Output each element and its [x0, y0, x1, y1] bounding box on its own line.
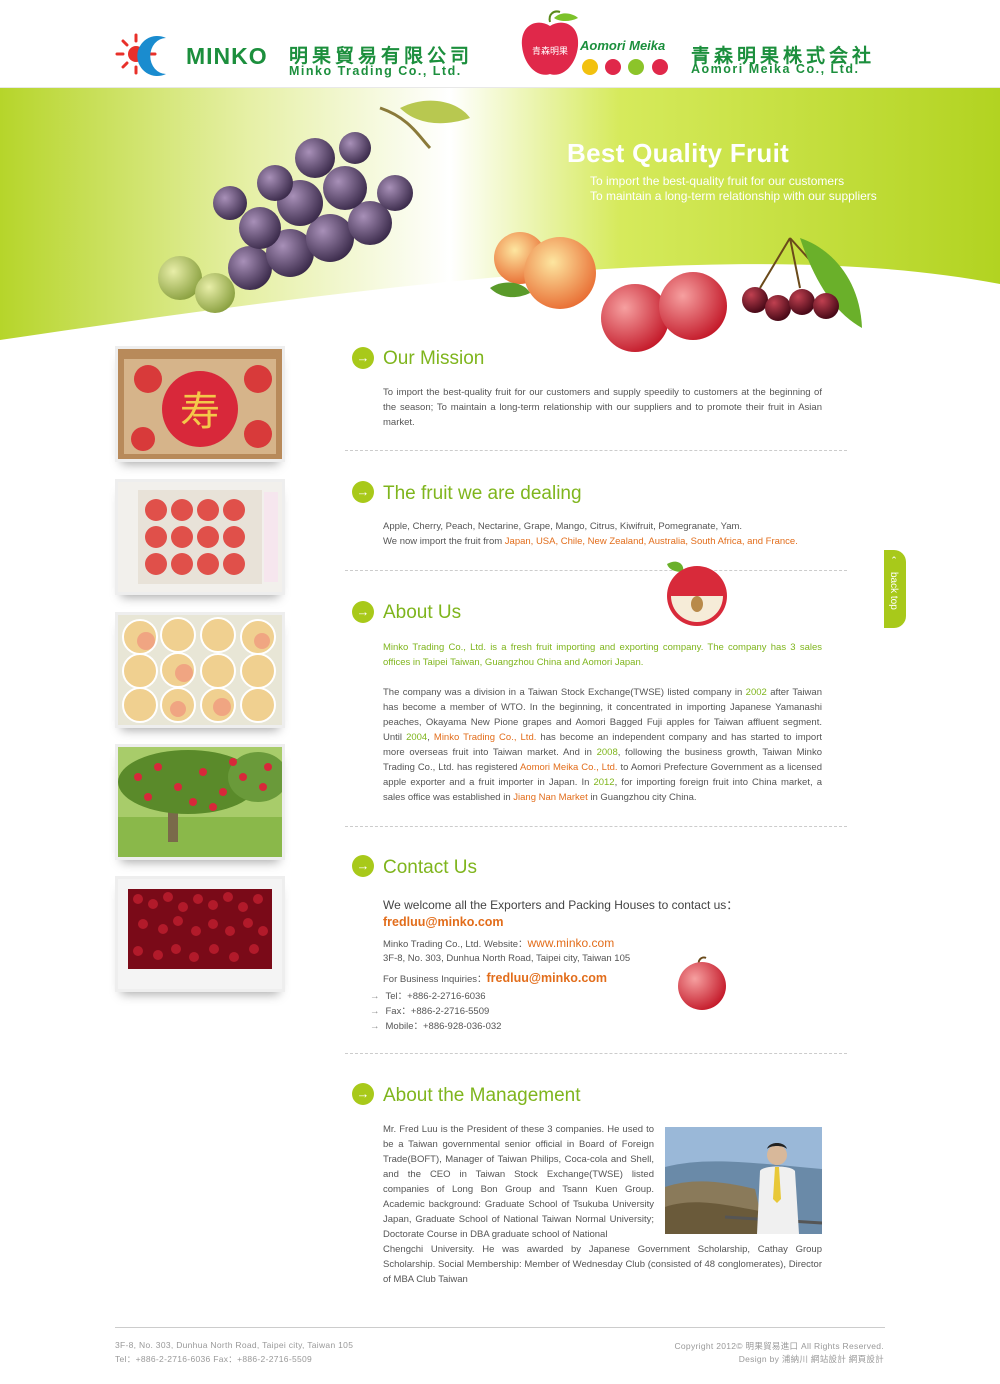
- back-to-top-label: back top: [888, 572, 899, 610]
- minko-english-name: Minko Trading Co., Ltd.: [289, 64, 462, 78]
- boxed-apples-image: [118, 482, 282, 592]
- about-intro: Minko Trading Co., Ltd. is a fresh fruit…: [383, 642, 822, 668]
- aomori-english-name: Aomori Meika Co., Ltd.: [691, 62, 860, 76]
- cherries-box-image: [118, 879, 282, 989]
- banner-title: Best Quality Fruit: [567, 138, 790, 168]
- back-to-top-button[interactable]: ⌃ back top: [884, 550, 906, 628]
- section-arrow-icon: →: [352, 601, 374, 623]
- arrow-right-icon: →: [370, 1006, 380, 1017]
- chevron-up-icon: ⌃: [890, 556, 900, 566]
- apple-icon: [678, 956, 726, 1010]
- mission-text: To import the best-quality fruit for our…: [383, 387, 822, 428]
- site-header: MINKO 明果貿易有限公司 Minko Trading Co., Ltd. 青…: [0, 0, 1000, 88]
- photo-peaches[interactable]: [115, 612, 285, 728]
- hero-banner: Best Quality Fruit To import the best-qu…: [0, 88, 1000, 368]
- contact-website-row: Minko Trading Co., Ltd. Website：www.mink…: [383, 936, 615, 950]
- banner-graphic: [0, 88, 1000, 352]
- apple-half-icon: [667, 561, 727, 626]
- footer-address: 3F-8, No. 303, Dunhua North Road, Taipei…: [115, 1340, 354, 1350]
- website-link[interactable]: www.minko.com: [528, 936, 615, 950]
- business-email-link[interactable]: fredluu@minko.com: [486, 971, 607, 985]
- aomori-badge-text: 青森明果: [532, 45, 568, 57]
- arrow-right-icon: →: [370, 1021, 380, 1032]
- section-divider: [345, 826, 847, 827]
- management-text-1: Mr. Fred Luu is the President of these 3…: [383, 1124, 654, 1240]
- fruit-countries: Japan, USA, Chile, New Zealand, Australi…: [504, 536, 798, 547]
- peaches-image: [490, 232, 596, 309]
- apple-row-icon: [582, 59, 668, 75]
- apples-image: [601, 272, 727, 352]
- contact-tel: → Tel：+886-2-2716-6036: [370, 991, 486, 1002]
- footer-divider: [115, 1327, 885, 1328]
- management-title: About the Management: [383, 1085, 581, 1106]
- aomori-apple-logo-icon[interactable]: 青森明果: [518, 8, 582, 80]
- fruit-list: Apple, Cherry, Peach, Nectarine, Grape, …: [383, 521, 743, 532]
- about-history: The company was a division in a Taiwan S…: [383, 687, 822, 803]
- apple-tree-image: [118, 747, 282, 857]
- contact-lead: We welcome all the Exporters and Packing…: [383, 898, 739, 912]
- fruit-text: Apple, Cherry, Peach, Nectarine, Grape, …: [383, 519, 822, 549]
- president-photo: [665, 1127, 822, 1234]
- minko-brand-name: MINKO: [186, 43, 268, 69]
- svg-text:寿: 寿: [180, 389, 220, 435]
- banner-subtitle-1: To import the best-quality fruit for our…: [590, 174, 845, 188]
- section-divider: [345, 570, 847, 571]
- aomori-brand-name: Aomori Meika: [580, 38, 666, 53]
- fruit-title: The fruit we are dealing: [383, 483, 582, 504]
- minko-sun-logo-icon[interactable]: [114, 30, 184, 80]
- contact-title: Contact Us: [383, 857, 477, 878]
- fruit-origin: We now import the fruit from Japan, USA,…: [383, 534, 822, 549]
- management-text-2: Chengchi University. He was awarded by J…: [383, 1244, 822, 1282]
- section-arrow-icon: →: [352, 855, 374, 877]
- photo-boxed-apples[interactable]: [115, 479, 285, 595]
- mission-title: Our Mission: [383, 348, 485, 369]
- footer-copyright: Copyright 2012© 明果貿易進口 All Rights Reserv…: [674, 1341, 884, 1351]
- arrow-right-icon: →: [370, 991, 380, 1002]
- contact-mobile: → Mobile：+886-928-036-032: [370, 1021, 502, 1032]
- contact-business-row: For Business Inquiries：fredluu@minko.com: [383, 971, 608, 985]
- fruit-origin-prefix: We now import the fruit from: [383, 536, 505, 547]
- footer-design-credit[interactable]: Design by 浦納川 網站設計 網頁設計: [739, 1353, 884, 1365]
- photo-apple-tree[interactable]: [115, 744, 285, 860]
- footer-phone: Tel：+886-2-2716-6036 Fax：+886-2-2716-550…: [115, 1354, 313, 1364]
- banner-subtitle-2: To maintain a long-term relationship wit…: [590, 189, 877, 203]
- section-arrow-icon: →: [352, 347, 374, 369]
- peaches-box-image: [118, 615, 282, 725]
- photo-gift-apple[interactable]: 寿: [115, 346, 285, 462]
- contact-email-link[interactable]: fredluu@minko.com: [383, 915, 504, 929]
- gift-apple-image: 寿: [118, 349, 282, 459]
- photo-cherries[interactable]: [115, 876, 285, 992]
- contact-address: 3F-8, No. 303, Dunhua North Road, Taipei…: [383, 953, 631, 964]
- section-arrow-icon: →: [352, 1083, 374, 1105]
- section-divider: [345, 450, 847, 451]
- section-divider: [345, 1053, 847, 1054]
- about-title: About Us: [383, 602, 462, 623]
- contact-fax: → Fax：+886-2-2716-5509: [370, 1006, 490, 1017]
- section-arrow-icon: →: [352, 481, 374, 503]
